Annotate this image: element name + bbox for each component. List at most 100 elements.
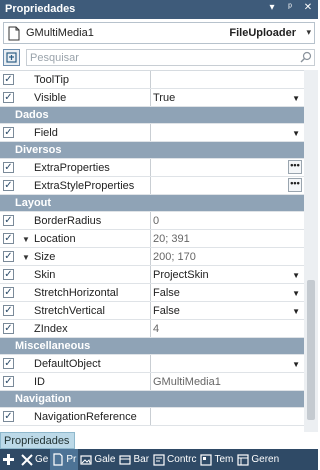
property-label: ExtraProperties — [34, 162, 110, 174]
vertical-scrollbar[interactable] — [304, 70, 318, 432]
expand-arrow-icon[interactable]: ▼ — [22, 235, 34, 244]
chevron-down-icon[interactable]: ▾ — [306, 27, 311, 38]
toolbar-item-ge[interactable]: Ge — [19, 449, 50, 470]
property-row-location[interactable]: ✓ ▼ Location 20; 391 — [0, 230, 304, 248]
row-checkbox[interactable]: ✓ — [3, 358, 14, 369]
property-label: ExtraStyleProperties — [34, 180, 135, 192]
property-value[interactable]: ••• — [150, 177, 304, 194]
property-row-extrastyleproperties[interactable]: ✓ ExtraStyleProperties ••• — [0, 177, 304, 195]
property-row-field[interactable]: ✓ Field ▼ — [0, 124, 304, 142]
row-checkbox[interactable]: ✓ — [3, 251, 14, 262]
property-row-stretchvertical[interactable]: ✓ StretchVertical False ▼ — [0, 302, 304, 320]
property-row-tooltip[interactable]: ✓ ToolTip — [0, 71, 304, 89]
property-label: BorderRadius — [34, 215, 102, 227]
row-checkbox[interactable]: ✓ — [3, 305, 14, 316]
dropdown-arrow-icon[interactable]: ▼ — [292, 289, 300, 298]
dropdown-arrow-icon[interactable]: ▼ — [292, 307, 300, 316]
toolbar-item-bar[interactable]: Bar — [117, 449, 151, 470]
property-label: StretchHorizontal — [34, 287, 119, 299]
scrollbar-thumb[interactable] — [307, 280, 315, 420]
property-value-select[interactable]: False ▼ — [150, 284, 304, 301]
document-icon — [8, 26, 20, 41]
property-value[interactable]: ••• — [150, 159, 304, 176]
row-checkbox[interactable]: ✓ — [3, 92, 14, 103]
property-row-size[interactable]: ✓ ▼ Size 200; 170 — [0, 248, 304, 266]
property-row-stretchhorizontal[interactable]: ✓ StretchHorizontal False ▼ — [0, 284, 304, 302]
property-row-navigationreference[interactable]: ✓ NavigationReference — [0, 408, 304, 426]
search-icon[interactable] — [300, 51, 312, 63]
toolbar-item-gale[interactable]: Gale — [78, 449, 117, 470]
property-value[interactable] — [150, 71, 304, 88]
property-value[interactable]: GMultiMedia1 — [150, 373, 304, 390]
search-input[interactable] — [26, 49, 315, 66]
property-value[interactable]: 0 — [150, 212, 304, 229]
property-value-select[interactable]: ▼ — [150, 355, 304, 372]
tab-propriedades[interactable]: Propriedades — [0, 432, 75, 449]
property-row-zindex[interactable]: ✓ ZIndex 4 — [0, 320, 304, 338]
row-checkbox[interactable]: ✓ — [3, 323, 14, 334]
toolbar-item-label: Tem — [214, 454, 234, 465]
ellipsis-button[interactable]: ••• — [288, 178, 302, 192]
dropdown-icon[interactable]: ▾ — [266, 2, 278, 13]
pin-icon[interactable]: ᵖ — [284, 2, 296, 13]
toolbar-item-geren[interactable]: Geren — [235, 449, 281, 470]
toolbar-item-pr[interactable]: Pr — [50, 449, 79, 470]
toolbar-item-contrc[interactable]: Contrc — [151, 449, 198, 470]
control-icon — [153, 453, 165, 466]
property-value-select[interactable]: ▼ — [150, 124, 304, 141]
property-value-select[interactable]: True ▼ — [150, 89, 304, 106]
property-row-extraproperties[interactable]: ✓ ExtraProperties ••• — [0, 159, 304, 177]
row-checkbox[interactable]: ✓ — [3, 162, 14, 173]
property-value[interactable]: 20; 391 — [150, 230, 304, 247]
row-checkbox[interactable]: ✓ — [3, 411, 14, 422]
property-label: Visible — [34, 92, 67, 104]
toolbar-item-tem[interactable]: Tem — [198, 449, 235, 470]
property-value-select[interactable]: False ▼ — [150, 302, 304, 319]
row-checkbox[interactable]: ✓ — [3, 287, 14, 298]
object-selector[interactable]: GMultiMedia1 FileUploader ▾ — [3, 22, 315, 44]
row-checkbox[interactable]: ✓ — [3, 127, 14, 138]
sort-button[interactable] — [3, 49, 20, 66]
dropdown-arrow-icon[interactable]: ▼ — [292, 129, 300, 138]
row-checkbox[interactable]: ✓ — [3, 74, 14, 85]
property-label-expandable: ▼ Size — [16, 248, 150, 265]
toolbar-item-add[interactable] — [0, 449, 19, 470]
property-row-id[interactable]: ✓ ID GMultiMedia1 — [0, 373, 304, 391]
property-row-defaultobject[interactable]: ✓ DefaultObject ▼ — [0, 355, 304, 373]
property-label: ToolTip — [34, 74, 70, 86]
property-value[interactable]: 200; 170 — [150, 248, 304, 265]
object-type: FileUploader — [229, 27, 296, 39]
toolbar-item-label: Geren — [251, 454, 280, 465]
property-grid: ✓ ToolTip ✓ Visible True ▼ Dados ✓ Field… — [0, 70, 304, 432]
category-header-diversos: Diversos — [0, 142, 304, 159]
panel-title: Propriedades — [5, 3, 76, 15]
dropdown-arrow-icon[interactable]: ▼ — [292, 94, 300, 103]
property-value: True — [153, 92, 176, 104]
row-checkbox[interactable]: ✓ — [3, 376, 14, 387]
row-checkbox[interactable]: ✓ — [3, 215, 14, 226]
sort-icon — [6, 52, 17, 63]
property-label: Location — [34, 233, 76, 245]
category-header-navigation: Navigation — [0, 391, 304, 408]
property-row-borderradius[interactable]: ✓ BorderRadius 0 — [0, 212, 304, 230]
bottom-toolbar: Ge Pr Gale Bar Contrc Tem Geren — [0, 449, 318, 470]
property-row-skin[interactable]: ✓ Skin ProjectSkin ▼ — [0, 266, 304, 284]
close-icon[interactable]: ✕ — [302, 2, 314, 13]
row-checkbox[interactable]: ✓ — [3, 269, 14, 280]
expand-arrow-icon[interactable]: ▼ — [22, 253, 34, 262]
titlebar-controls: ▾ ᵖ ✕ — [266, 2, 314, 13]
category-header-miscellaneous: Miscellaneous — [0, 338, 304, 355]
row-checkbox[interactable]: ✓ — [3, 233, 14, 244]
row-checkbox[interactable]: ✓ — [3, 180, 14, 191]
property-value[interactable]: 4 — [150, 320, 304, 337]
dropdown-arrow-icon[interactable]: ▼ — [292, 271, 300, 280]
panel-titlebar: Propriedades ▾ ᵖ ✕ — [0, 0, 318, 19]
category-header-dados: Dados — [0, 107, 304, 124]
search-bar — [0, 47, 318, 68]
property-value-select[interactable]: ProjectSkin ▼ — [150, 266, 304, 283]
dropdown-arrow-icon[interactable]: ▼ — [292, 360, 300, 369]
property-value[interactable] — [150, 408, 304, 425]
property-value: ProjectSkin — [153, 269, 209, 281]
property-row-visible[interactable]: ✓ Visible True ▼ — [0, 89, 304, 107]
ellipsis-button[interactable]: ••• — [288, 160, 302, 174]
